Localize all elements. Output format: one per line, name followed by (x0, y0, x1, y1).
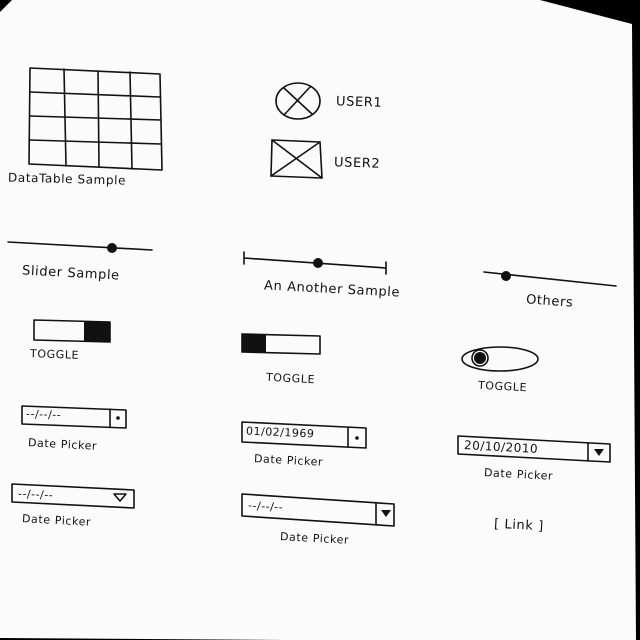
user2-label[interactable]: USER2 (334, 155, 381, 172)
others-label: Others (525, 292, 574, 311)
toggle-1-label: TOGGLE (29, 347, 80, 362)
toggle-3-label: TOGGLE (477, 378, 528, 395)
user1-label[interactable]: USER1 (336, 94, 383, 111)
date-picker-5-value[interactable]: --/--/-- (248, 499, 284, 514)
toggle-2[interactable] (240, 332, 322, 356)
date-picker-1-value[interactable]: --/--/-- (26, 407, 62, 421)
slider-sample[interactable] (7, 236, 154, 258)
date-picker-4-value[interactable]: --/--/-- (18, 487, 54, 502)
user2-avatar-icon[interactable] (268, 136, 326, 182)
toggle-1[interactable] (32, 318, 112, 344)
datatable-grid[interactable] (26, 66, 166, 176)
user1-avatar-icon[interactable] (272, 80, 324, 124)
others-slider[interactable] (482, 266, 618, 292)
another-sample-slider[interactable] (240, 250, 390, 276)
toggle-3[interactable] (460, 344, 542, 374)
toggle-2-label: TOGGLE (265, 370, 316, 387)
link[interactable]: [ Link ] (494, 517, 545, 535)
